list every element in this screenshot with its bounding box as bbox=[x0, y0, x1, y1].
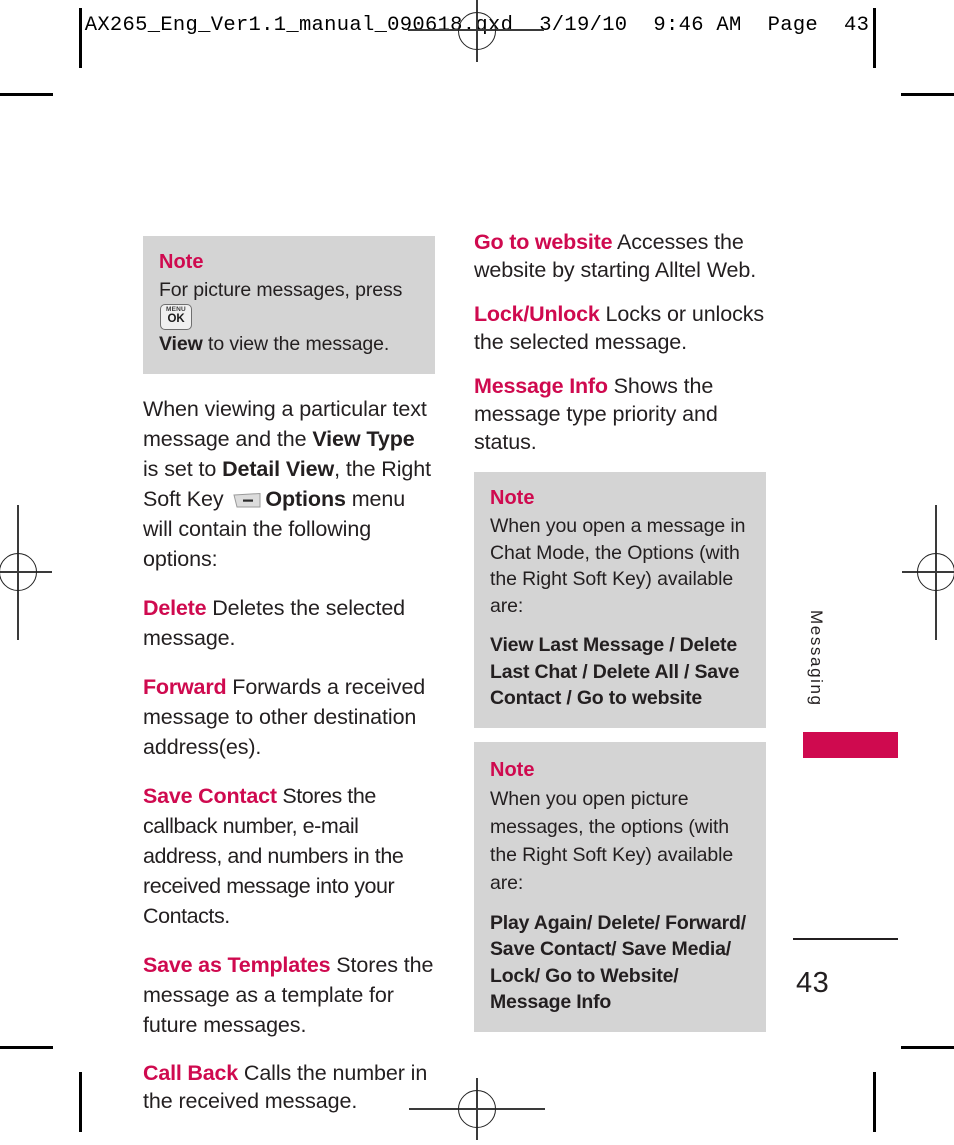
option-call-back-term: Call Back bbox=[143, 1060, 239, 1085]
option-save-as-templates: Save as Templates Stores the message as … bbox=[143, 950, 435, 1040]
print-header-page-word: Page bbox=[767, 13, 819, 37]
intro-bold-options: Options bbox=[265, 486, 346, 511]
registration-mark-left bbox=[0, 553, 37, 591]
option-lock-unlock-term: Lock/Unlock bbox=[474, 302, 600, 326]
note-title: Note bbox=[490, 487, 535, 509]
menu-ok-key-icon: MENU OK bbox=[160, 303, 192, 330]
registration-mark-top bbox=[458, 12, 496, 50]
note-body: When you open picture messages, the opti… bbox=[490, 787, 734, 894]
folio-page-number: 43 bbox=[796, 967, 830, 999]
note-title: Note bbox=[490, 758, 535, 781]
registration-mark-bottom bbox=[458, 1090, 496, 1128]
option-save-contact-term: Save Contact bbox=[143, 783, 277, 808]
option-forward-term: Forward bbox=[143, 674, 227, 699]
intro-bold-detail-view: Detail View bbox=[222, 456, 335, 481]
crop-mark-bottom-right-horizontal bbox=[901, 1046, 954, 1049]
registration-mark-right bbox=[917, 553, 954, 591]
note-options-list: Play Again/ Delete/ Forward/ Save Contac… bbox=[490, 911, 746, 1014]
folio-rule bbox=[793, 938, 898, 940]
option-go-to-website-term: Go to website bbox=[474, 230, 613, 254]
intro-paragraph: When viewing a particular text message a… bbox=[143, 394, 435, 574]
right-column: Go to website Accesses the website by st… bbox=[474, 228, 766, 1046]
option-save-as-templates-term: Save as Templates bbox=[143, 952, 331, 977]
intro-part-2: is set to bbox=[143, 456, 223, 481]
crop-mark-top-left-vertical bbox=[79, 8, 82, 68]
chapter-side-tab bbox=[803, 732, 898, 758]
menu-ok-key-icon-top-label: MENU bbox=[166, 305, 186, 313]
option-message-info-term: Message Info bbox=[474, 374, 608, 398]
print-header-page-number: 43 bbox=[844, 13, 870, 37]
intro-bold-view-type: View Type bbox=[312, 426, 415, 451]
crop-mark-bottom-left-vertical bbox=[79, 1072, 82, 1132]
menu-ok-key-icon-bottom-label: OK bbox=[167, 312, 185, 325]
left-column: Note For picture messages, press MENU OK… bbox=[143, 236, 435, 1134]
note-box-chat-mode: Note When you open a message in Chat Mod… bbox=[474, 472, 766, 728]
option-go-to-website: Go to website Accesses the website by st… bbox=[474, 228, 766, 284]
chapter-side-label: Messaging bbox=[807, 610, 826, 707]
crop-mark-top-right-vertical bbox=[873, 8, 876, 68]
note-body: For picture messages, press MENU OK View… bbox=[159, 277, 419, 358]
option-message-info: Message Info Shows the message type prio… bbox=[474, 372, 766, 456]
print-header-time: 9:46 AM bbox=[653, 13, 742, 37]
note-text-before-key: For picture messages, press bbox=[159, 279, 403, 301]
crop-mark-bottom-left-horizontal bbox=[0, 1046, 53, 1049]
note-box-picture-messages: Note For picture messages, press MENU OK… bbox=[143, 236, 435, 374]
note-text-bold-view: View bbox=[159, 333, 203, 355]
crop-mark-bottom-right-vertical bbox=[873, 1072, 876, 1132]
crop-mark-top-left-horizontal bbox=[0, 93, 53, 96]
option-delete-term: Delete bbox=[143, 595, 207, 620]
note-body: When you open a message in Chat Mode, th… bbox=[490, 515, 746, 617]
option-call-back: Call Back Calls the number in the receiv… bbox=[143, 1059, 435, 1115]
option-save-contact: Save Contact Stores the callback number,… bbox=[143, 781, 435, 931]
right-soft-key-icon bbox=[232, 487, 262, 507]
print-header-date: 3/19/10 bbox=[539, 13, 628, 37]
note-box-picture-message-options: Note When you open picture messages, the… bbox=[474, 741, 766, 1032]
note-title: Note bbox=[159, 251, 204, 273]
print-header-filename: AX265_Eng_Ver1.1_manual_090618.qxd bbox=[84, 13, 514, 37]
note-text-after-key: to view the message. bbox=[202, 333, 390, 355]
note-options-list: View Last Message / Delete Last Chat / D… bbox=[490, 634, 740, 709]
option-lock-unlock: Lock/Unlock Locks or unlocks the selecte… bbox=[474, 300, 766, 356]
crop-mark-top-right-horizontal bbox=[901, 93, 954, 96]
option-delete: Delete Deletes the selected message. bbox=[143, 593, 435, 653]
option-forward: Forward Forwards a received message to o… bbox=[143, 672, 435, 762]
manual-page: AX265_Eng_Ver1.1_manual_090618.qxd 3/19/… bbox=[0, 0, 954, 1145]
